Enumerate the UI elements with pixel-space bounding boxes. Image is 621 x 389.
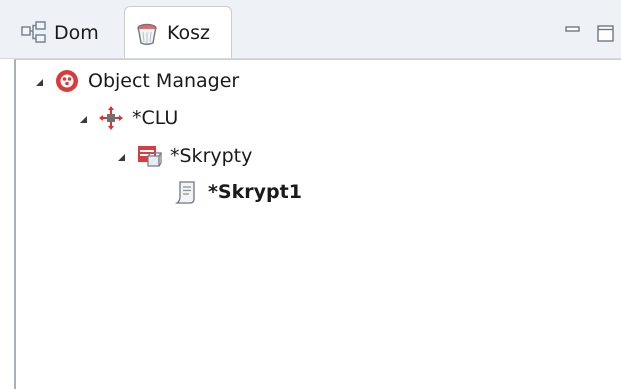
tree-node-label: *Skrypt1 xyxy=(208,181,302,203)
tree-node-skrypt1[interactable]: *Skrypt1 xyxy=(174,177,302,207)
expand-toggle-icon[interactable] xyxy=(32,74,46,88)
minimize-icon xyxy=(562,26,584,48)
tree-node-skrypty[interactable]: *Skrypty xyxy=(114,141,252,171)
tree-node-label: *Skrypty xyxy=(170,145,253,167)
network-icon xyxy=(20,19,48,47)
kosz-view-panel: Dom Kosz Object Manager *CLU *Skrypty *S… xyxy=(0,0,621,389)
tab-kosz[interactable]: Kosz xyxy=(124,6,232,59)
tree-node-object-manager[interactable]: Object Manager xyxy=(32,66,239,96)
tree-node-label: *CLU xyxy=(132,107,179,129)
expand-toggle-icon[interactable] xyxy=(114,149,128,163)
tab-bar: Dom Kosz xyxy=(0,0,621,59)
clu-icon xyxy=(98,105,124,131)
maximize-button[interactable] xyxy=(595,22,617,44)
tab-dom-label: Dom xyxy=(54,22,99,44)
tab-kosz-label: Kosz xyxy=(167,22,211,44)
object-tree: Object Manager *CLU *Skrypty *Skrypt1 xyxy=(14,59,621,389)
tree-node-label: Object Manager xyxy=(88,70,240,92)
trash-bin-icon xyxy=(133,19,161,47)
scripts-folder-icon xyxy=(136,143,163,169)
tree-node-clu[interactable]: *CLU xyxy=(76,103,178,133)
maximize-icon xyxy=(595,25,617,48)
object-manager-icon xyxy=(54,68,80,94)
tab-dom[interactable]: Dom xyxy=(12,8,120,58)
script-file-icon xyxy=(174,179,200,205)
minimize-button[interactable] xyxy=(562,22,584,44)
expand-toggle-icon[interactable] xyxy=(76,111,90,125)
